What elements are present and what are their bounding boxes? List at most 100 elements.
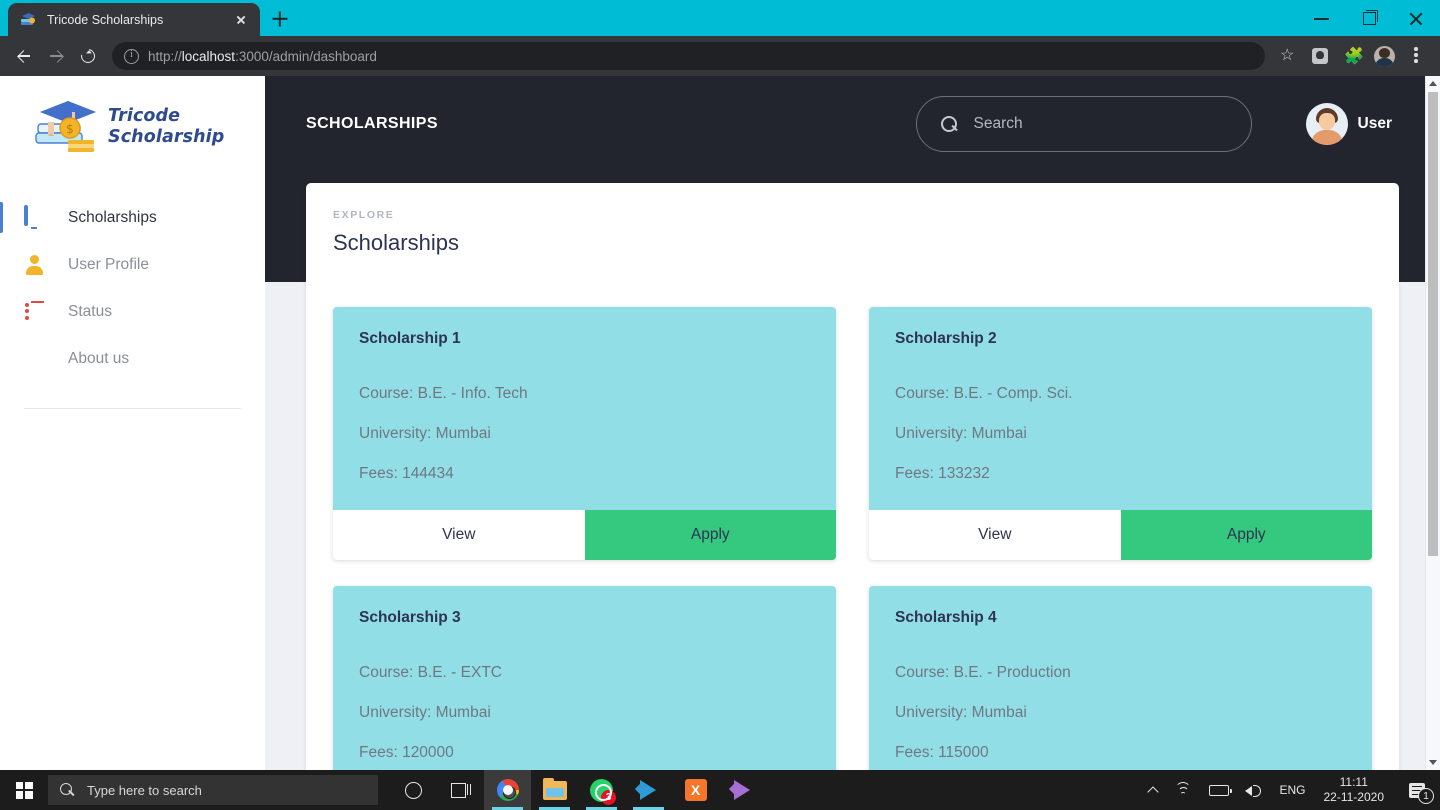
view-button[interactable]: View [869, 510, 1121, 560]
person-icon [24, 254, 46, 276]
notification-badge: 3 [601, 789, 616, 805]
site-info-icon[interactable] [124, 48, 139, 64]
card-university: University: Mumbai [895, 425, 1027, 442]
scroll-down-arrow-icon[interactable] [1426, 755, 1440, 770]
kebab-menu-icon[interactable] [1401, 41, 1431, 71]
sidebar-item-about-us[interactable]: About us [0, 335, 265, 382]
graduation-cap-logo-icon: $ [32, 94, 104, 160]
view-button[interactable]: View [333, 510, 585, 560]
card-title: Scholarship 2 [895, 330, 997, 347]
sidebar-divider [24, 408, 241, 409]
scholarship-card: Scholarship 3 Course: B.E. - EXTC Univer… [333, 586, 836, 770]
taskbar-search-placeholder: Type here to search [87, 782, 202, 798]
sidebar: $ Tricode Scholarship Scholarships User … [0, 76, 265, 770]
network-button[interactable] [1167, 770, 1201, 810]
card-fees: Fees: 133232 [895, 465, 990, 482]
vscode-icon [634, 779, 660, 801]
start-button[interactable] [0, 770, 48, 810]
brand-logo[interactable]: $ Tricode Scholarship [0, 76, 265, 160]
browser-window: Tricode Scholarships http://localhost:30… [0, 0, 1440, 770]
card-actions: View Apply [869, 510, 1372, 560]
tab-title: Tricode Scholarships [47, 12, 164, 27]
forward-button[interactable] [41, 41, 71, 71]
chrome-icon [496, 779, 519, 801]
task-view-button[interactable] [437, 770, 484, 810]
media-control-icon[interactable] [1305, 41, 1335, 71]
cards-area: Scholarship 1 Course: B.E. - Info. Tech … [306, 280, 1399, 770]
task-view-icon [450, 782, 471, 798]
card-university: University: Mumbai [359, 704, 491, 721]
bookmark-star-icon[interactable]: ☆ [1273, 41, 1303, 71]
address-bar[interactable]: http://localhost:3000/admin/dashboard [112, 42, 1265, 70]
url-path: :3000/admin/dashboard [235, 48, 377, 64]
show-hidden-icons-button[interactable] [1141, 770, 1167, 810]
card-university: University: Mumbai [359, 425, 491, 442]
maximize-button[interactable] [1346, 0, 1393, 36]
wifi-icon [1175, 782, 1193, 797]
battery-icon [1209, 784, 1233, 796]
monitor-icon [24, 204, 46, 229]
svg-text:$: $ [66, 122, 74, 136]
windows-taskbar: Type here to search 3 X ENG 11:11 22-11-… [0, 770, 1440, 810]
browser-toolbar: http://localhost:3000/admin/dashboard ☆ … [0, 36, 1440, 76]
main-content: EXPLORE Scholarships Scholarship 1 Cours… [265, 76, 1440, 770]
reload-button[interactable] [73, 41, 103, 71]
page-viewport: SCHOLARSHIPS Search User $ Tricode Schol… [0, 76, 1440, 770]
search-icon [60, 782, 75, 798]
file-explorer-icon [542, 777, 567, 800]
url-text: http://localhost:3000/admin/dashboard [148, 49, 377, 64]
scholarship-card-grid: Scholarship 1 Course: B.E. - Info. Tech … [333, 307, 1372, 770]
scrollbar-thumb[interactable] [1428, 92, 1438, 556]
book-icon [24, 348, 46, 370]
page-scrollbar[interactable] [1425, 76, 1440, 770]
scholarship-card: Scholarship 1 Course: B.E. - Info. Tech … [333, 307, 836, 560]
sidebar-item-scholarships[interactable]: Scholarships [0, 194, 265, 241]
close-window-button[interactable] [1393, 0, 1440, 36]
taskbar-app-vscode[interactable] [625, 770, 672, 810]
volume-button[interactable] [1237, 770, 1271, 810]
logo-line-2: Scholarship [108, 127, 225, 147]
url-scheme: http:// [148, 48, 182, 64]
xampp-icon: X [684, 779, 707, 801]
sidebar-item-label: About us [68, 349, 130, 367]
taskbar-app-file-explorer[interactable] [531, 770, 578, 810]
taskbar-app-whatsapp[interactable]: 3 [578, 770, 625, 810]
sidebar-item-label: Scholarships [68, 208, 157, 226]
window-controls [1299, 0, 1440, 36]
battery-button[interactable] [1201, 770, 1237, 810]
card-actions: View Apply [333, 510, 836, 560]
tab-strip: Tricode Scholarships [0, 0, 1440, 36]
profile-avatar-icon[interactable] [1369, 41, 1399, 71]
sidebar-item-status[interactable]: Status [0, 288, 265, 335]
whatsapp-icon: 3 [590, 778, 616, 805]
sidebar-item-label: User Profile [68, 255, 149, 273]
sidebar-item-user-profile[interactable]: User Profile [0, 241, 265, 288]
clock-time: 11:11 [1339, 775, 1368, 789]
action-center-button[interactable]: 1 [1394, 770, 1440, 810]
tab-close-icon[interactable] [232, 11, 250, 29]
list-icon [24, 300, 46, 323]
system-tray: ENG 11:11 22-11-2020 1 [1141, 770, 1440, 810]
apply-button[interactable]: Apply [1120, 510, 1372, 560]
taskbar-search-input[interactable]: Type here to search [48, 775, 378, 805]
card-course: Course: B.E. - EXTC [359, 664, 502, 681]
card-title: Scholarship 4 [895, 609, 997, 626]
extensions-puzzle-icon[interactable]: 🧩 [1337, 41, 1367, 71]
back-button[interactable] [9, 41, 39, 71]
action-center-badge: 1 [1418, 788, 1434, 804]
scroll-up-arrow-icon[interactable] [1426, 76, 1440, 91]
clock[interactable]: 11:11 22-11-2020 [1314, 770, 1395, 810]
browser-tab[interactable]: Tricode Scholarships [8, 3, 260, 36]
logo-text: Tricode Scholarship [108, 106, 224, 148]
cortana-button[interactable] [390, 770, 437, 810]
taskbar-app-chrome[interactable] [484, 770, 531, 810]
taskbar-app-vscode-insiders[interactable] [719, 770, 766, 810]
apply-button[interactable]: Apply [584, 510, 836, 560]
minimize-button[interactable] [1299, 0, 1346, 36]
card-title: Scholarship 3 [359, 609, 461, 626]
taskbar-app-xampp[interactable]: X [672, 770, 719, 810]
sidebar-nav: Scholarships User Profile Status About u… [0, 194, 265, 409]
card-fees: Fees: 120000 [359, 744, 454, 761]
new-tab-button[interactable] [266, 5, 294, 33]
language-indicator[interactable]: ENG [1271, 770, 1313, 810]
